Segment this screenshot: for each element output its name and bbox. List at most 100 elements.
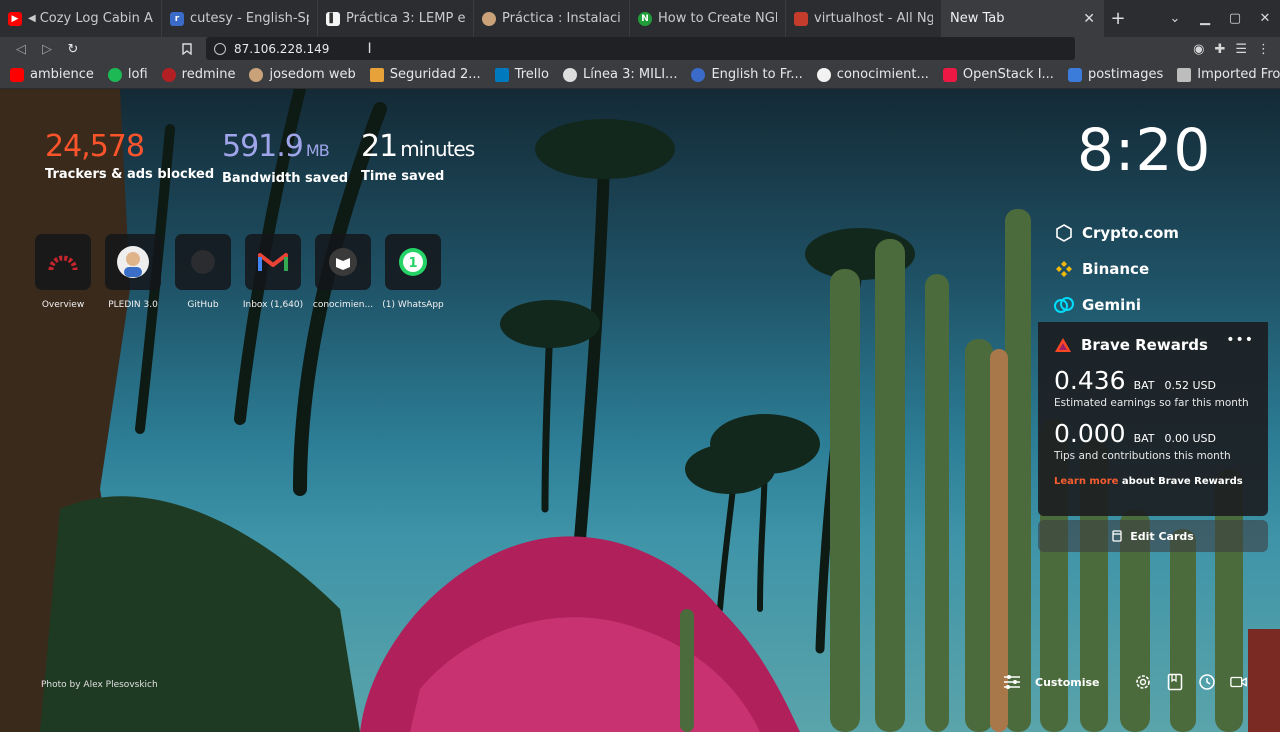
earnings-desc: Estimated earnings so far this month: [1054, 397, 1249, 409]
bottom-toolbar: Customise: [1003, 673, 1248, 691]
time-value: 21: [361, 129, 398, 164]
navigation-toolbar: ◁ ▷ ↻ 87.106.228.149 I ◉ ✚ ☰ ⋮: [0, 37, 1280, 61]
bookmark-ambience[interactable]: ambience: [10, 67, 94, 82]
whatsapp-icon: 1: [385, 234, 441, 290]
bookmarks-icon[interactable]: [1166, 673, 1184, 691]
tab-spanishdict[interactable]: r cutesy - English-Spa: [162, 0, 318, 37]
learn-more-text: Learn more about Brave Rewards: [1054, 476, 1243, 487]
tab-virtualhost[interactable]: virtualhost - All Ngin: [786, 0, 942, 37]
stat-time: 21 minutes Time saved: [361, 129, 475, 185]
redmine-icon: [35, 234, 91, 290]
time-unit: minutes: [400, 137, 475, 161]
new-tab-button[interactable]: +: [1104, 0, 1132, 37]
toolbar-actions: ◉ ✚ ☰ ⋮: [1193, 37, 1270, 61]
forward-icon[interactable]: ▷: [34, 37, 60, 61]
edit-cards-button[interactable]: Edit Cards: [1038, 520, 1268, 552]
browser-window: ▶ ◀ Cozy Log Cabin A r cutesy - English-…: [0, 0, 1280, 732]
tips-desc: Tips and contributions this month: [1054, 450, 1231, 462]
gmail-icon: [245, 234, 301, 290]
menu-icon[interactable]: ⋮: [1257, 42, 1270, 57]
bookmark-lofi[interactable]: lofi: [107, 67, 148, 82]
brave-talk-video-icon[interactable]: [1229, 673, 1248, 691]
bookmark-icon[interactable]: [174, 37, 200, 61]
learn-more-link[interactable]: Learn more: [1054, 476, 1118, 487]
bookmark-conocimiento[interactable]: conocimient...: [816, 67, 929, 82]
bookmark-folder-imported[interactable]: Imported Fro...: [1177, 67, 1280, 82]
reading-list-icon[interactable]: ☰: [1235, 42, 1247, 57]
top-site-whatsapp[interactable]: 1 (1) WhatsApp: [378, 234, 448, 310]
binance-icon: [1054, 259, 1074, 279]
back-icon[interactable]: ◁: [8, 37, 34, 61]
youtube-icon: ▶: [8, 11, 22, 26]
bookmark-openstack[interactable]: OpenStack I...: [942, 67, 1054, 82]
trackers-label: Trackers & ads blocked: [45, 167, 215, 182]
bookmark-postimages[interactable]: postimages: [1067, 67, 1163, 82]
tab-new-tab[interactable]: New Tab ✕: [942, 0, 1104, 37]
close-tab-icon[interactable]: ✕: [1075, 11, 1095, 27]
spotify-icon: [107, 67, 122, 82]
tab-strip: ▶ ◀ Cozy Log Cabin A r cutesy - English-…: [0, 0, 1280, 37]
crypto-com-icon: [1054, 223, 1074, 243]
bookmark-english-to-fr[interactable]: English to Fr...: [691, 67, 803, 82]
trello-icon: ▌: [326, 11, 340, 26]
minimize-icon[interactable]: ▁: [1190, 4, 1220, 34]
svg-text:1: 1: [408, 256, 417, 271]
bookmark-seguridad[interactable]: Seguridad 2...: [369, 67, 481, 82]
postimages-icon: [1067, 67, 1082, 82]
settings-gear-icon[interactable]: [1134, 673, 1152, 691]
audio-icon: ◀: [28, 13, 36, 24]
earnings-row: 0.436 BAT 0.52 USD: [1054, 366, 1217, 395]
bandwidth-unit: MB: [305, 141, 330, 160]
bookmarks-bar: ambience lofi redmine josedom web Seguri…: [0, 61, 1280, 89]
clock: 8:20: [1077, 116, 1212, 184]
bookmark-josedom-web[interactable]: josedom web: [249, 67, 356, 82]
tab-practica-instalacion[interactable]: Práctica : Instalación: [474, 0, 630, 37]
top-site-overview[interactable]: Overview: [28, 234, 98, 310]
maximize-icon[interactable]: ▢: [1220, 4, 1250, 34]
openstack-icon: [942, 67, 957, 82]
address-bar[interactable]: 87.106.228.149 I: [206, 37, 1075, 60]
widget-cards: Crypto.com Binance Gemini: [1038, 215, 1268, 323]
github-icon: [175, 234, 231, 290]
customise-sliders-icon[interactable]: [1003, 673, 1021, 691]
reload-icon[interactable]: ↻: [60, 37, 86, 61]
avatar-icon: [249, 67, 264, 82]
customise-button[interactable]: Customise: [1035, 676, 1100, 689]
gemini-card[interactable]: Gemini: [1038, 287, 1268, 323]
globe-icon: [562, 67, 577, 82]
window-controls: ⌄ ▁ ▢ ✕: [1160, 0, 1280, 37]
youtube-icon: [10, 67, 24, 82]
extensions-icon[interactable]: ✚: [1214, 42, 1225, 57]
time-label: Time saved: [361, 169, 445, 184]
bookmark-trello[interactable]: Trello: [494, 67, 549, 82]
binance-card[interactable]: Binance: [1038, 251, 1268, 287]
tips-row: 0.000 BAT 0.00 USD: [1054, 419, 1217, 448]
top-site-gmail[interactable]: Inbox (1,640): [238, 234, 308, 310]
history-icon[interactable]: [1198, 673, 1216, 691]
text-cursor-icon: I: [367, 40, 372, 57]
brave-shields-icon[interactable]: ◉: [1193, 42, 1204, 57]
top-site-github[interactable]: GitHub: [168, 234, 238, 310]
bookmark-redmine[interactable]: redmine: [161, 67, 235, 82]
moodle-icon: [369, 67, 384, 82]
close-window-icon[interactable]: ✕: [1250, 4, 1280, 34]
rewards-header: Brave Rewards: [1054, 336, 1252, 354]
tab-search-icon[interactable]: ⌄: [1160, 4, 1190, 34]
folder-icon: [1177, 67, 1192, 82]
photo-credit[interactable]: Photo by Alex Plesovskich: [41, 680, 158, 690]
bookmark-linea3[interactable]: Línea 3: MILI...: [562, 67, 677, 82]
rewards-more-icon[interactable]: •••: [1226, 332, 1254, 348]
tab-youtube[interactable]: ▶ ◀ Cozy Log Cabin A: [0, 0, 162, 37]
tab-practica3[interactable]: ▌ Práctica 3: LEMP en: [318, 0, 474, 37]
gemini-icon: [1054, 295, 1074, 315]
stat-trackers: 24,578 Trackers & ads blocked: [45, 131, 215, 183]
bandwidth-value: 591.9: [222, 129, 304, 164]
site-info-icon[interactable]: [214, 42, 226, 55]
trello-icon: [494, 67, 509, 82]
crypto-com-card[interactable]: Crypto.com: [1038, 215, 1268, 251]
book-icon: [315, 234, 371, 290]
spanishdict-icon: [691, 67, 706, 82]
top-site-conocimiento[interactable]: conocimien...: [308, 234, 378, 310]
tab-nginx[interactable]: N How to Create NGINX: [630, 0, 786, 37]
top-site-pledin[interactable]: PLEDIN 3.0: [98, 234, 168, 310]
